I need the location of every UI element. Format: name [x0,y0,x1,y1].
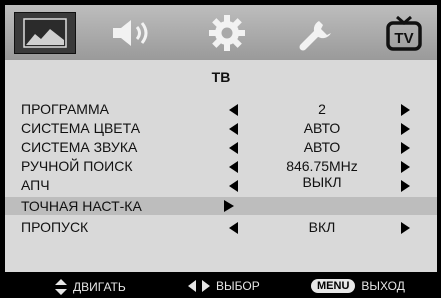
hint-move: ДВИГАТЬ [55,279,126,295]
menu-row-color-system[interactable]: СИСТЕМА ЦВЕТА АВТО [5,119,437,137]
left-arrow-icon[interactable] [229,142,238,154]
left-arrow-icon[interactable] [229,222,238,234]
row-value: ВЫКЛ [302,174,342,190]
row-label: ТОЧНАЯ НАСТ-КА [21,198,142,214]
tab-setup[interactable] [192,11,262,55]
up-down-arrows-icon [55,279,67,295]
hint-move-label: ДВИГАТЬ [73,280,126,294]
menu-row-afc[interactable]: АПЧ ВЫКЛ [5,174,437,194]
menu-row-fine-tune[interactable]: ТОЧНАЯ НАСТ-КА [5,197,437,215]
tab-bar: TV [5,5,437,60]
menu-key-badge: MENU [311,279,356,293]
right-arrow-icon[interactable] [401,104,410,116]
page-title: ТВ [211,69,231,85]
row-label: РУЧНОЙ ПОИСК [21,158,133,174]
tab-sound[interactable] [96,11,166,55]
hint-exit: MENU ВЫХОД [311,279,405,293]
row-label: СИСТЕМА ЦВЕТА [21,120,141,136]
right-arrow-icon[interactable] [401,222,410,234]
right-arrow-icon[interactable] [401,161,410,173]
right-arrow-icon[interactable] [401,123,410,135]
row-value: ВКЛ [308,219,336,235]
hint-select-label: ВЫБОР [216,279,260,293]
row-value: 2 [318,101,326,117]
left-arrow-icon[interactable] [229,180,238,192]
menu-row-manual-search[interactable]: РУЧНОЙ ПОИСК 846.75MHz [5,157,437,175]
right-arrow-icon[interactable] [401,142,410,154]
picture-icon [23,18,67,48]
footer-hints: ДВИГАТЬ ВЫБОР MENU ВЫХОД [0,272,441,298]
menu-row-sound-system[interactable]: СИСТЕМА ЗВУКА АВТО [5,138,437,156]
row-label: ПРОГРАММА [21,101,109,117]
left-right-arrows-icon [188,280,210,292]
hint-exit-label: ВЫХОД [361,279,405,293]
row-value: АВТО [303,139,341,155]
right-arrow-icon[interactable] [401,180,410,192]
menu-panel: TV ТВ ПРОГРАММА 2 СИСТЕМА ЦВЕТА АВТО СИС… [5,5,437,293]
tab-features[interactable] [282,11,352,55]
left-arrow-icon[interactable] [229,104,238,116]
tab-tv[interactable]: TV [369,11,439,55]
row-label: ПРОПУСК [21,219,89,235]
tv-osd: TV ТВ ПРОГРАММА 2 СИСТЕМА ЦВЕТА АВТО СИС… [0,0,441,298]
menu-row-skip[interactable]: ПРОПУСК ВКЛ [5,218,437,236]
hint-select: ВЫБОР [188,279,260,293]
row-label: СИСТЕМА ЗВУКА [21,139,138,155]
row-value: 846.75MHz [286,158,358,174]
row-label: АПЧ [21,177,50,193]
speaker-icon [113,20,148,46]
tv-icon: TV [386,15,422,51]
menu-row-program[interactable]: ПРОГРАММА 2 [5,100,437,118]
left-arrow-icon[interactable] [229,161,238,173]
gear-icon [209,15,245,51]
enter-arrow-icon[interactable] [224,200,234,212]
row-value: АВТО [303,120,341,136]
svg-text:TV: TV [394,30,413,47]
wrench-icon [299,21,331,51]
tab-picture[interactable] [14,12,76,54]
left-arrow-icon[interactable] [229,123,238,135]
